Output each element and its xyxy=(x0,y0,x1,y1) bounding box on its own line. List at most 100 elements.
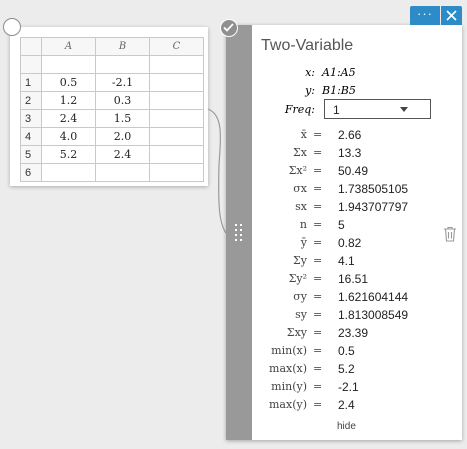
cell[interactable] xyxy=(95,163,150,182)
stat-value: 23.39 xyxy=(338,326,369,340)
equals-sign: = xyxy=(313,146,323,159)
grip-icon[interactable] xyxy=(235,224,244,241)
check-icon[interactable] xyxy=(220,19,238,37)
cell[interactable]: 1.2 xyxy=(41,91,96,110)
cell[interactable] xyxy=(149,163,204,182)
cell[interactable]: 5.2 xyxy=(41,145,96,164)
y-range-value[interactable]: B1:B5 xyxy=(322,84,356,97)
cell[interactable]: 1.5 xyxy=(95,109,150,128)
cell[interactable]: 2.4 xyxy=(95,145,150,164)
cell[interactable] xyxy=(149,73,204,92)
x-range-label: x: xyxy=(305,66,315,79)
stat-value: 2.4 xyxy=(338,398,355,412)
freq-dropdown[interactable]: 1 xyxy=(324,99,431,119)
stat-value: 1.943707797 xyxy=(338,200,409,214)
panel-menu-button[interactable]: ··· xyxy=(410,6,440,25)
column-header-c[interactable]: C xyxy=(149,37,204,56)
cell[interactable] xyxy=(149,109,204,128)
stat-row: x̄ = 2.66 xyxy=(262,128,452,146)
column-header-row: A B C xyxy=(20,37,204,56)
cell[interactable]: -2.1 xyxy=(95,73,150,92)
row-header[interactable]: 6 xyxy=(20,163,42,182)
cell[interactable] xyxy=(41,55,96,74)
stat-label: σy xyxy=(293,290,307,303)
stat-value: 1.738505105 xyxy=(338,182,409,196)
freq-selected-value: 1 xyxy=(333,103,340,117)
hide-link[interactable]: hide xyxy=(337,421,356,432)
spreadsheet-grid[interactable]: A B C 1 0.5 -2.1 2 1.2 0.3 3 2.4 1.5 4 4… xyxy=(20,37,204,182)
x-range-value[interactable]: A1:A5 xyxy=(322,66,356,79)
cell[interactable] xyxy=(149,145,204,164)
equals-sign: = xyxy=(313,200,323,213)
stat-value: 4.1 xyxy=(338,254,355,268)
cell[interactable]: 2.4 xyxy=(41,109,96,128)
stat-row: σx = 1.738505105 xyxy=(262,182,452,200)
stat-label: Σy² xyxy=(288,272,307,285)
cell[interactable]: 4.0 xyxy=(41,127,96,146)
row-header[interactable]: 2 xyxy=(20,91,42,110)
cell[interactable]: 2.0 xyxy=(95,127,150,146)
stat-value: 5.2 xyxy=(338,362,355,376)
equals-sign: = xyxy=(313,326,323,339)
y-range-label: y: xyxy=(305,84,315,97)
stat-label: Σxy xyxy=(286,326,307,339)
cell[interactable]: 0.3 xyxy=(95,91,150,110)
stat-row: σy = 1.621604144 xyxy=(262,290,452,308)
stat-row: ȳ = 0.82 xyxy=(262,236,452,254)
panel-drag-bar[interactable] xyxy=(226,25,252,440)
table-row: 2 1.2 0.3 xyxy=(20,91,204,110)
equals-sign: = xyxy=(313,272,323,285)
stat-value: 0.5 xyxy=(338,344,355,358)
stat-row: max(x) = 5.2 xyxy=(262,362,452,380)
freq-label: Freq: xyxy=(284,103,315,116)
cell[interactable] xyxy=(95,55,150,74)
cell[interactable] xyxy=(149,127,204,146)
stat-row: min(x) = 0.5 xyxy=(262,344,452,362)
equals-sign: = xyxy=(313,164,323,177)
stat-label: min(x) xyxy=(271,344,307,357)
spreadsheet-card[interactable]: A B C 1 0.5 -2.1 2 1.2 0.3 3 2.4 1.5 4 4… xyxy=(10,27,208,186)
row-header[interactable] xyxy=(20,55,42,74)
table-row: 5 5.2 2.4 xyxy=(20,145,204,164)
cell[interactable] xyxy=(149,91,204,110)
corner-cell[interactable] xyxy=(20,37,42,56)
stat-row: min(y) = -2.1 xyxy=(262,380,452,398)
stat-label: min(y) xyxy=(271,380,307,393)
column-header-b[interactable]: B xyxy=(95,37,150,56)
equals-sign: = xyxy=(313,344,323,357)
stat-label: σx xyxy=(293,182,307,195)
stat-value: 13.3 xyxy=(338,146,362,160)
stat-label: Σx xyxy=(293,146,307,159)
equals-sign: = xyxy=(313,182,323,195)
equals-sign: = xyxy=(313,128,323,141)
close-icon[interactable] xyxy=(441,6,462,25)
row-header[interactable]: 1 xyxy=(20,73,42,92)
stat-label: ȳ xyxy=(300,236,307,249)
row-header[interactable]: 3 xyxy=(20,109,42,128)
stat-label: max(x) xyxy=(269,362,307,375)
cell[interactable]: 0.5 xyxy=(41,73,96,92)
chevron-down-icon xyxy=(400,107,408,112)
stat-label: sx xyxy=(295,200,307,213)
stat-row: Σy² = 16.51 xyxy=(262,272,452,290)
stat-label: x̄ xyxy=(300,128,307,141)
stat-value: 1.813008549 xyxy=(338,308,409,322)
stat-label: n xyxy=(299,218,307,231)
stat-label: sy xyxy=(295,308,307,321)
stat-label: Σy xyxy=(293,254,307,267)
equals-sign: = xyxy=(313,362,323,375)
cell[interactable] xyxy=(41,163,96,182)
row-header[interactable]: 5 xyxy=(20,145,42,164)
trash-icon[interactable] xyxy=(443,226,457,242)
table-row: 3 2.4 1.5 xyxy=(20,109,204,128)
spreadsheet-select-circle[interactable] xyxy=(3,18,21,36)
stat-row: sy = 1.813008549 xyxy=(262,308,452,326)
table-row: 1 0.5 -2.1 xyxy=(20,73,204,92)
column-header-a[interactable]: A xyxy=(41,37,96,56)
table-row: 4 4.0 2.0 xyxy=(20,127,204,146)
row-header[interactable]: 4 xyxy=(20,127,42,146)
stat-row: Σy = 4.1 xyxy=(262,254,452,272)
stat-value: 1.621604144 xyxy=(338,290,409,304)
stat-value: 0.82 xyxy=(338,236,362,250)
cell[interactable] xyxy=(149,55,204,74)
